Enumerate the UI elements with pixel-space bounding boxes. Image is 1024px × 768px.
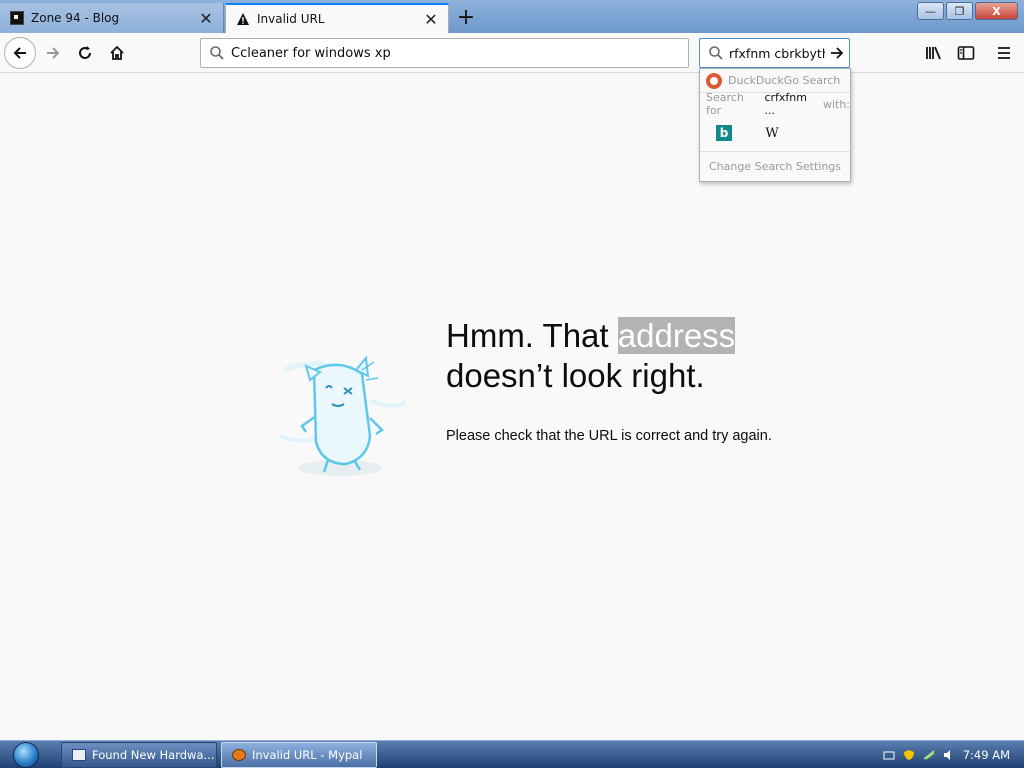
error-title: Hmm. That address doesn’t look right.: [446, 316, 846, 396]
tab-zone94-blog[interactable]: Zone 94 - Blog ✕: [0, 3, 224, 33]
sidebar-button[interactable]: [951, 38, 981, 68]
search-bar[interactable]: rfxfnm cbrkbyth: [699, 38, 850, 68]
with-label: with:: [822, 97, 850, 111]
mypal-browser-icon: [232, 749, 246, 761]
taskbar-item-hardware[interactable]: Found New Hardwa...: [61, 742, 217, 768]
window-icon: [72, 749, 86, 761]
change-search-settings-button[interactable]: Change Search Settings: [700, 151, 850, 181]
search-suggestions-dropdown: DuckDuckGo Search Search for crfxfnm ...…: [699, 68, 851, 182]
tab-close-icon[interactable]: ✕: [422, 10, 440, 29]
forward-button[interactable]: [38, 38, 68, 68]
home-icon: [110, 45, 124, 60]
home-button[interactable]: [102, 38, 132, 68]
taskbar-item-browser[interactable]: Invalid URL - Mypal: [221, 742, 377, 768]
error-title-highlight: address: [617, 317, 736, 354]
search-bar-value: rfxfnm cbrkbyth: [729, 45, 825, 61]
tab-close-icon[interactable]: ✕: [197, 9, 215, 28]
library-icon: [926, 46, 941, 60]
zone94-favicon-icon: [9, 10, 25, 26]
error-title-part1: Hmm. That: [446, 317, 609, 354]
close-window-button[interactable]: X: [975, 2, 1018, 20]
reload-button[interactable]: [70, 38, 100, 68]
taskbar: Found New Hardwa... Invalid URL - Mypal …: [0, 740, 1024, 768]
hamburger-menu-icon: [998, 47, 1010, 59]
tab-invalid-url[interactable]: Invalid URL ✕: [225, 3, 449, 33]
sidebar-icon: [957, 46, 975, 60]
tab-title: Invalid URL: [257, 12, 325, 26]
duckduckgo-icon: [706, 72, 722, 89]
network-icon[interactable]: [923, 749, 935, 761]
window-controls: — ❐ X: [917, 2, 1018, 20]
taskbar-item-label: Found New Hardwa...: [92, 748, 215, 762]
minimize-button[interactable]: —: [917, 2, 944, 20]
new-tab-button[interactable]: +: [454, 5, 478, 30]
clock[interactable]: 7:49 AM: [963, 748, 1010, 762]
engine-header-label: DuckDuckGo Search: [728, 74, 841, 87]
one-off-engines: b W: [700, 115, 850, 151]
engine-header[interactable]: DuckDuckGo Search: [700, 69, 850, 93]
search-go-button[interactable]: [825, 45, 849, 61]
error-page: Hmm. That address doesn’t look right. Pl…: [0, 74, 1024, 740]
menu-button[interactable]: [989, 38, 1019, 68]
security-shield-icon[interactable]: [903, 749, 915, 761]
windows-orb-icon: [13, 742, 39, 768]
search-icon: [709, 46, 723, 60]
back-arrow-icon: [13, 47, 26, 59]
warning-icon: [235, 11, 251, 27]
confused-cat-illustration: [270, 340, 410, 482]
search-for-row: Search for crfxfnm ... with:: [700, 91, 850, 117]
keyboard-icon[interactable]: [883, 749, 895, 761]
search-for-prefix: Search for: [706, 91, 744, 117]
url-bar[interactable]: Ccleaner for windows xp: [200, 38, 689, 68]
search-icon: [210, 46, 224, 60]
volume-icon[interactable]: [943, 749, 955, 761]
restore-button[interactable]: ❐: [946, 2, 973, 20]
back-button[interactable]: [4, 37, 36, 69]
reload-icon: [79, 46, 91, 59]
url-bar-value: Ccleaner for windows xp: [231, 45, 391, 61]
go-arrow-icon: [831, 47, 844, 59]
forward-arrow-icon: [47, 47, 60, 59]
taskbar-item-label: Invalid URL - Mypal: [252, 748, 363, 762]
error-description: Please check that the URL is correct and…: [446, 428, 772, 444]
error-title-part2: doesn’t look right.: [446, 357, 705, 394]
bing-icon[interactable]: b: [716, 125, 732, 141]
navigation-toolbar: Ccleaner for windows xp rfxfnm cbrkbyth: [0, 33, 1024, 73]
search-query-short: crfxfnm ...: [764, 91, 807, 117]
library-button[interactable]: [919, 38, 949, 68]
start-button[interactable]: [6, 741, 46, 768]
system-tray: 7:49 AM: [864, 741, 1024, 768]
tab-strip: Zone 94 - Blog ✕ Invalid URL ✕ + — ❐ X: [0, 0, 1024, 33]
tab-title: Zone 94 - Blog: [31, 11, 120, 25]
wikipedia-icon[interactable]: W: [764, 125, 780, 141]
